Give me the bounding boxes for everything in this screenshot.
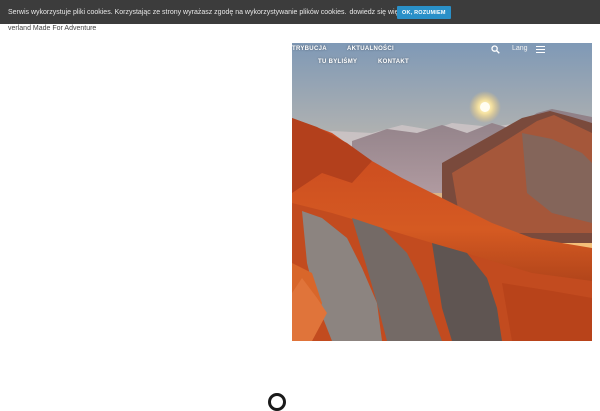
site-tagline: verland Made For Adventure (8, 25, 97, 32)
loader-circle-icon (268, 393, 286, 411)
mountain-sunset-image (292, 43, 592, 341)
nav-item-dystrybucja[interactable]: TRYBUCJA (292, 46, 327, 52)
language-selector[interactable]: Lang (512, 45, 528, 52)
nav-item-tu-bylismy[interactable]: TU BYLIŚMY (318, 59, 357, 65)
cookie-accept-button[interactable]: OK, ROZUMIEM (397, 6, 451, 19)
search-icon[interactable] (491, 45, 500, 54)
hero-image: TRYBUCJA AKTUALNOŚCI TU BYLIŚMY KONTAKT … (292, 43, 592, 341)
nav-item-aktualnosci[interactable]: AKTUALNOŚCI (347, 46, 394, 52)
hamburger-menu-icon[interactable] (536, 46, 545, 54)
main-navigation: TRYBUCJA AKTUALNOŚCI TU BYLIŚMY KONTAKT … (292, 43, 592, 73)
nav-item-kontakt[interactable]: KONTAKT (378, 59, 409, 65)
cookie-banner: Serwis wykorzystuje pliki cookies. Korzy… (0, 0, 600, 24)
cookie-message: Serwis wykorzystuje pliki cookies. Korzy… (8, 8, 347, 16)
